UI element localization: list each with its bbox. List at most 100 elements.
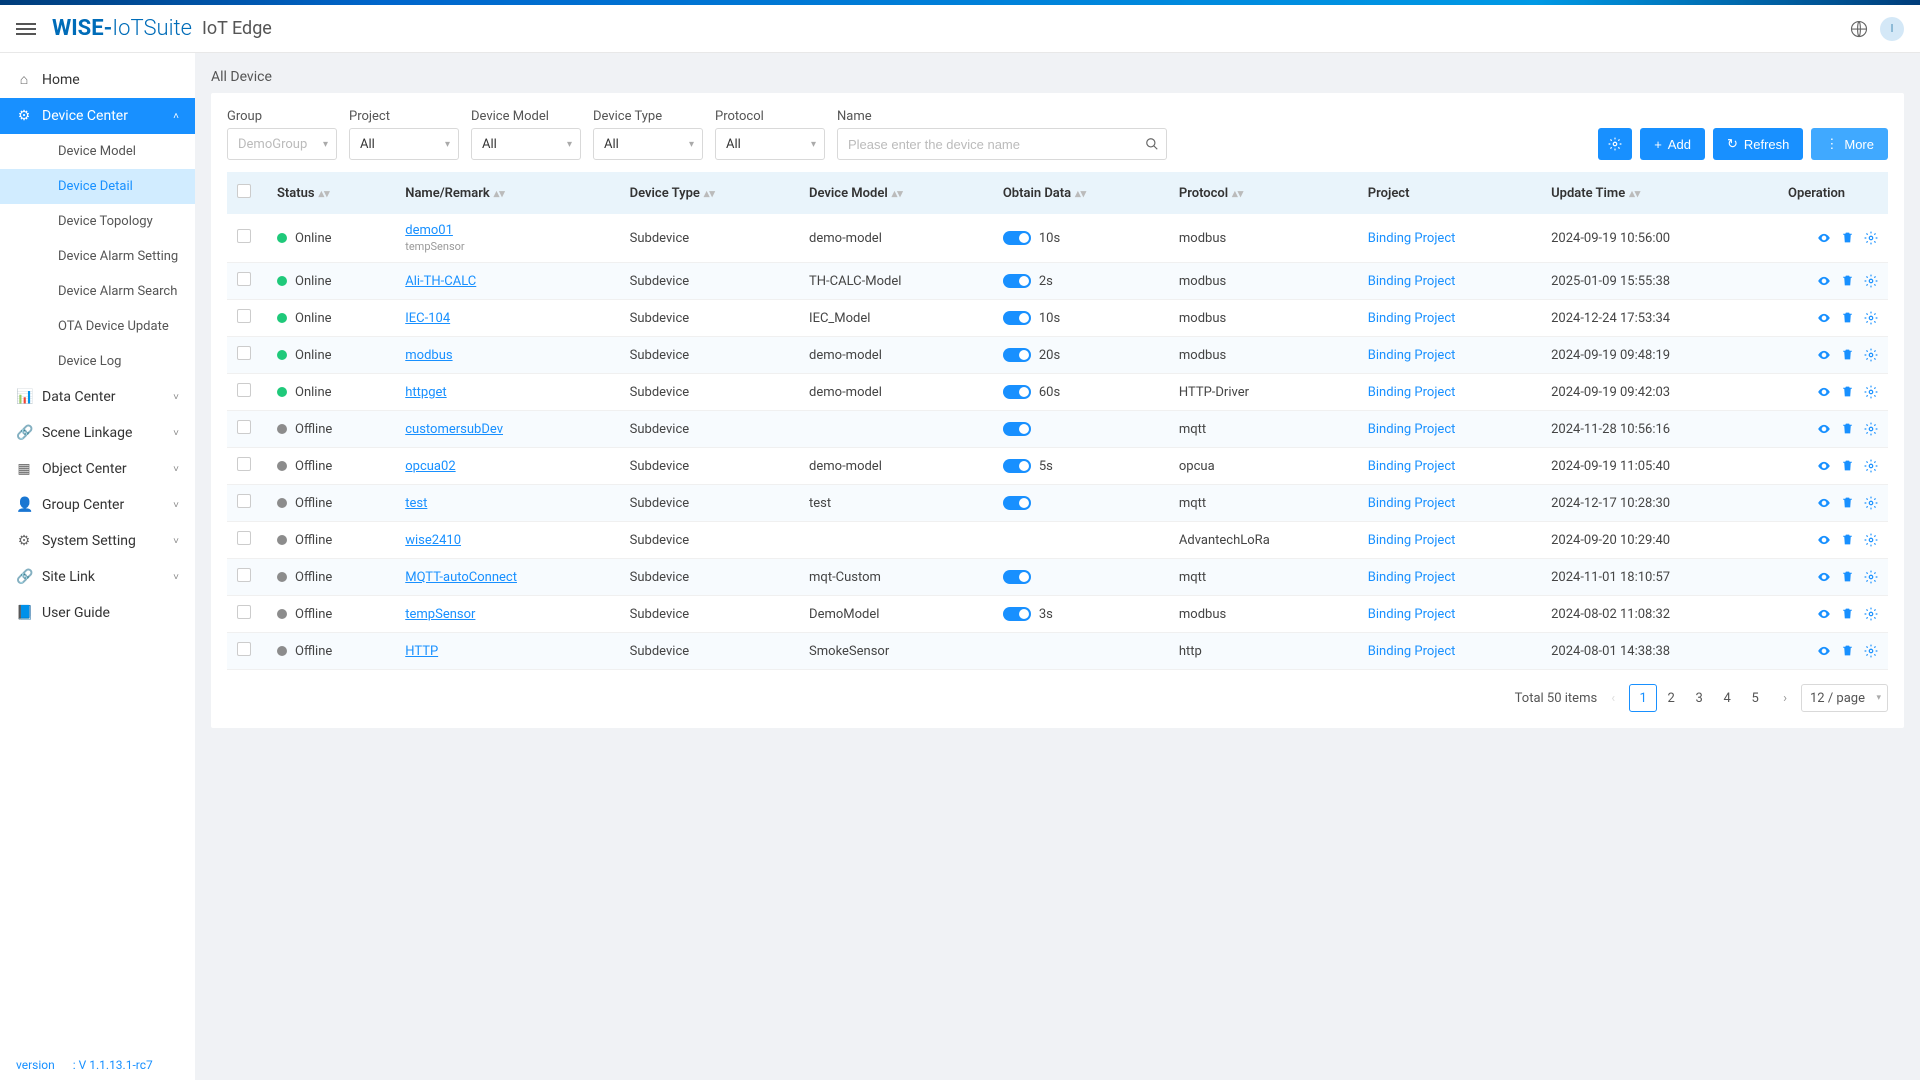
view-icon[interactable]: [1817, 570, 1831, 584]
delete-icon[interactable]: [1841, 644, 1854, 658]
delete-icon[interactable]: [1841, 459, 1854, 473]
col-devicemodel[interactable]: Device Model▴▾: [799, 172, 993, 214]
binding-project-link[interactable]: Binding Project: [1368, 311, 1456, 326]
config-icon[interactable]: [1864, 348, 1878, 362]
sidebar-subitem-device-log[interactable]: Device Log: [0, 344, 195, 379]
device-name-link[interactable]: wise2410: [405, 533, 461, 548]
device-name-link[interactable]: tempSensor: [405, 607, 475, 622]
view-icon[interactable]: [1817, 274, 1831, 288]
delete-icon[interactable]: [1841, 422, 1854, 436]
view-icon[interactable]: [1817, 607, 1831, 621]
page-prev[interactable]: ‹: [1607, 691, 1619, 706]
binding-project-link[interactable]: Binding Project: [1368, 459, 1456, 474]
sidebar-item-site-link[interactable]: 🔗Site Link˅: [0, 559, 195, 595]
globe-icon[interactable]: [1850, 20, 1868, 38]
delete-icon[interactable]: [1841, 348, 1854, 362]
binding-project-link[interactable]: Binding Project: [1368, 644, 1456, 659]
config-icon[interactable]: [1864, 496, 1878, 510]
refresh-button[interactable]: ↻Refresh: [1713, 128, 1803, 160]
config-icon[interactable]: [1864, 422, 1878, 436]
col-updatetime[interactable]: Update Time▴▾: [1541, 172, 1778, 214]
delete-icon[interactable]: [1841, 385, 1854, 399]
device-name-link[interactable]: HTTP: [405, 644, 438, 659]
view-icon[interactable]: [1817, 348, 1831, 362]
row-checkbox[interactable]: [237, 457, 251, 471]
config-icon[interactable]: [1864, 231, 1878, 245]
delete-icon[interactable]: [1841, 533, 1854, 547]
search-input[interactable]: [837, 128, 1167, 160]
view-icon[interactable]: [1817, 311, 1831, 325]
row-checkbox[interactable]: [237, 531, 251, 545]
filter-group-select[interactable]: DemoGroup▾: [227, 128, 337, 160]
row-checkbox[interactable]: [237, 568, 251, 582]
col-name[interactable]: Name/Remark▴▾: [395, 172, 619, 214]
obtain-toggle[interactable]: [1003, 459, 1031, 473]
obtain-toggle[interactable]: [1003, 231, 1031, 245]
config-icon[interactable]: [1864, 644, 1878, 658]
col-obtain[interactable]: Obtain Data▴▾: [993, 172, 1169, 214]
device-name-link[interactable]: test: [405, 496, 427, 511]
col-protocol[interactable]: Protocol▴▾: [1169, 172, 1358, 214]
row-checkbox[interactable]: [237, 642, 251, 656]
binding-project-link[interactable]: Binding Project: [1368, 607, 1456, 622]
select-all-checkbox[interactable]: [237, 184, 251, 198]
sidebar-item-group-center[interactable]: 👤Group Center˅: [0, 487, 195, 523]
sidebar-subitem-device-model[interactable]: Device Model: [0, 134, 195, 169]
sidebar-item-home[interactable]: ⌂Home: [0, 61, 195, 98]
config-icon[interactable]: [1864, 385, 1878, 399]
view-icon[interactable]: [1817, 644, 1831, 658]
view-icon[interactable]: [1817, 231, 1831, 245]
config-icon[interactable]: [1864, 274, 1878, 288]
obtain-toggle[interactable]: [1003, 570, 1031, 584]
sidebar-subitem-device-topology[interactable]: Device Topology: [0, 204, 195, 239]
row-checkbox[interactable]: [237, 272, 251, 286]
device-name-link[interactable]: httpget: [405, 385, 446, 400]
sidebar-subitem-device-alarm-setting[interactable]: Device Alarm Setting: [0, 239, 195, 274]
sidebar-item-device-center[interactable]: ⚙Device Center˄: [0, 98, 195, 134]
more-button[interactable]: ⋮More: [1811, 128, 1888, 160]
page-size-select[interactable]: 12 / page▾: [1801, 684, 1888, 712]
config-icon[interactable]: [1864, 459, 1878, 473]
add-button[interactable]: +Add: [1640, 128, 1705, 160]
sidebar-item-data-center[interactable]: 📊Data Center˅: [0, 379, 195, 415]
binding-project-link[interactable]: Binding Project: [1368, 422, 1456, 437]
binding-project-link[interactable]: Binding Project: [1368, 385, 1456, 400]
settings-button[interactable]: [1598, 128, 1632, 160]
device-name-link[interactable]: customersubDev: [405, 422, 503, 437]
binding-project-link[interactable]: Binding Project: [1368, 231, 1456, 246]
obtain-toggle[interactable]: [1003, 496, 1031, 510]
view-icon[interactable]: [1817, 385, 1831, 399]
obtain-toggle[interactable]: [1003, 348, 1031, 362]
row-checkbox[interactable]: [237, 494, 251, 508]
delete-icon[interactable]: [1841, 496, 1854, 510]
device-name-link[interactable]: opcua02: [405, 459, 455, 474]
col-status[interactable]: Status▴▾: [267, 172, 395, 214]
view-icon[interactable]: [1817, 533, 1831, 547]
row-checkbox[interactable]: [237, 605, 251, 619]
device-name-link[interactable]: demo01: [405, 223, 453, 238]
view-icon[interactable]: [1817, 496, 1831, 510]
delete-icon[interactable]: [1841, 231, 1854, 245]
obtain-toggle[interactable]: [1003, 607, 1031, 621]
row-checkbox[interactable]: [237, 346, 251, 360]
obtain-toggle[interactable]: [1003, 311, 1031, 325]
binding-project-link[interactable]: Binding Project: [1368, 533, 1456, 548]
row-checkbox[interactable]: [237, 420, 251, 434]
sidebar-subitem-device-alarm-search[interactable]: Device Alarm Search: [0, 274, 195, 309]
sidebar-subitem-ota-device-update[interactable]: OTA Device Update: [0, 309, 195, 344]
filter-project-select[interactable]: All▾: [349, 128, 459, 160]
row-checkbox[interactable]: [237, 383, 251, 397]
filter-devicemodel-select[interactable]: All▾: [471, 128, 581, 160]
page-next[interactable]: ›: [1779, 691, 1791, 706]
config-icon[interactable]: [1864, 570, 1878, 584]
binding-project-link[interactable]: Binding Project: [1368, 274, 1456, 289]
sidebar-subitem-device-detail[interactable]: Device Detail: [0, 169, 195, 204]
row-checkbox[interactable]: [237, 229, 251, 243]
device-name-link[interactable]: modbus: [405, 348, 452, 363]
device-name-link[interactable]: IEC-104: [405, 311, 450, 326]
col-devicetype[interactable]: Device Type▴▾: [620, 172, 799, 214]
row-checkbox[interactable]: [237, 309, 251, 323]
config-icon[interactable]: [1864, 311, 1878, 325]
binding-project-link[interactable]: Binding Project: [1368, 570, 1456, 585]
obtain-toggle[interactable]: [1003, 422, 1031, 436]
